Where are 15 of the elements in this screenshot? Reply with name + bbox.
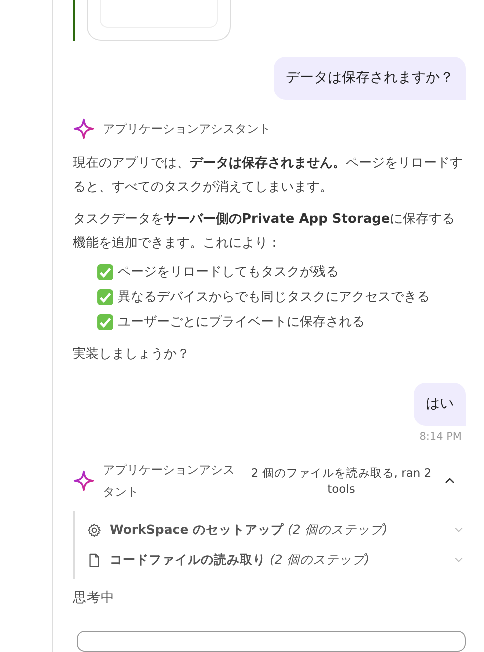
checklist-item: 異なるデバイスからでも同じタスクにアクセスできる <box>118 289 430 307</box>
checklist-item: ページをリロードしてもタスクが残る <box>118 264 339 282</box>
checklist-item: ユーザーごとにプライベートに保存される <box>118 314 365 332</box>
status-text: 思考中 <box>73 589 116 607</box>
step-title[interactable]: コードファイルの読み取り (2 個のステップ) <box>110 552 446 568</box>
user-message: はい <box>414 383 466 426</box>
message-paragraph: タスクデータをサーバー側のPrivate App Storageに保存する機能を追加できます。これにより： <box>73 211 456 253</box>
step-title[interactable]: WorkSpace のセットアップ (2 個のステップ) <box>110 522 446 538</box>
assistant-name: アプリケーションアシスタント <box>103 120 271 138</box>
assistant-name: アプリケーションアシスタント <box>103 462 236 501</box>
message-paragraph: 実装しましょうか？ <box>73 346 191 364</box>
message-paragraph: 現在のアプリでは、データは保存されません。ページをリロードすると、すべてのタスクが消えてしまいます。 <box>73 155 464 197</box>
message-time: 8:14 PM <box>420 431 462 443</box>
tool-summary: 2 個のファイルを読み取る, ran 2 tools <box>251 465 432 497</box>
user-message: データは保存されますか？ <box>274 57 466 100</box>
